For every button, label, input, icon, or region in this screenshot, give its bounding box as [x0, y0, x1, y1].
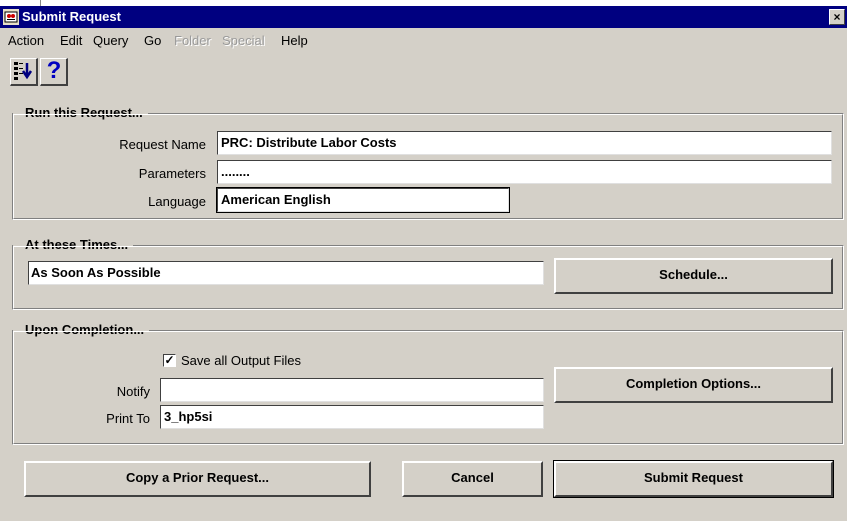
parameters-label: Parameters: [138, 166, 206, 181]
print-to-field[interactable]: 3_hp5si: [160, 405, 544, 429]
completion-options-label: Completion Options...: [625, 376, 762, 391]
save-output-label: Save all Output Files: [181, 353, 301, 368]
completion-options-button[interactable]: Completion Options...: [554, 367, 833, 403]
submit-request-label: Submit Request: [644, 470, 743, 485]
cancel-button[interactable]: Cancel: [402, 461, 543, 497]
title-bar: Submit Request ×: [0, 6, 847, 28]
window-title: Submit Request: [22, 9, 121, 24]
notify-field[interactable]: [160, 378, 544, 402]
completion-title: Upon Completion...: [13, 322, 150, 337]
schedule-button[interactable]: Schedule...: [554, 258, 833, 294]
language-field[interactable]: American English: [216, 187, 510, 213]
times-title: At these Times...: [13, 237, 134, 252]
parameters-field[interactable]: ........: [217, 160, 832, 184]
run-request-title: Run this Request...: [13, 105, 148, 120]
schedule-field[interactable]: As Soon As Possible: [28, 261, 544, 285]
menu-action[interactable]: Action: [8, 33, 44, 48]
menu-query[interactable]: Query: [93, 33, 128, 48]
list-of-values-icon[interactable]: [10, 58, 38, 86]
help-glyph: ?: [46, 57, 62, 84]
copy-prior-request-label: Copy a Prior Request...: [125, 470, 270, 485]
menu-folder: Folder: [174, 33, 211, 48]
language-label: Language: [148, 194, 206, 209]
notify-label: Notify: [116, 384, 150, 399]
request-name-field[interactable]: PRC: Distribute Labor Costs: [217, 131, 832, 155]
request-name-label: Request Name: [119, 137, 206, 152]
schedule-button-label: Schedule...: [659, 267, 728, 282]
save-output-checkbox[interactable]: ✓: [163, 354, 176, 367]
copy-prior-request-button[interactable]: Copy a Prior Request...: [24, 461, 371, 497]
help-icon[interactable]: ?: [40, 57, 68, 86]
close-icon[interactable]: ×: [829, 9, 845, 25]
menu-special: Special: [222, 33, 265, 48]
print-to-label: Print To: [106, 411, 150, 426]
menu-go[interactable]: Go: [144, 33, 161, 48]
oracle-forms-icon: [3, 9, 19, 25]
submit-request-button[interactable]: Submit Request: [553, 460, 834, 498]
menu-edit[interactable]: Edit: [60, 33, 82, 48]
cancel-label: Cancel: [451, 470, 494, 485]
menu-help[interactable]: Help: [281, 33, 308, 48]
